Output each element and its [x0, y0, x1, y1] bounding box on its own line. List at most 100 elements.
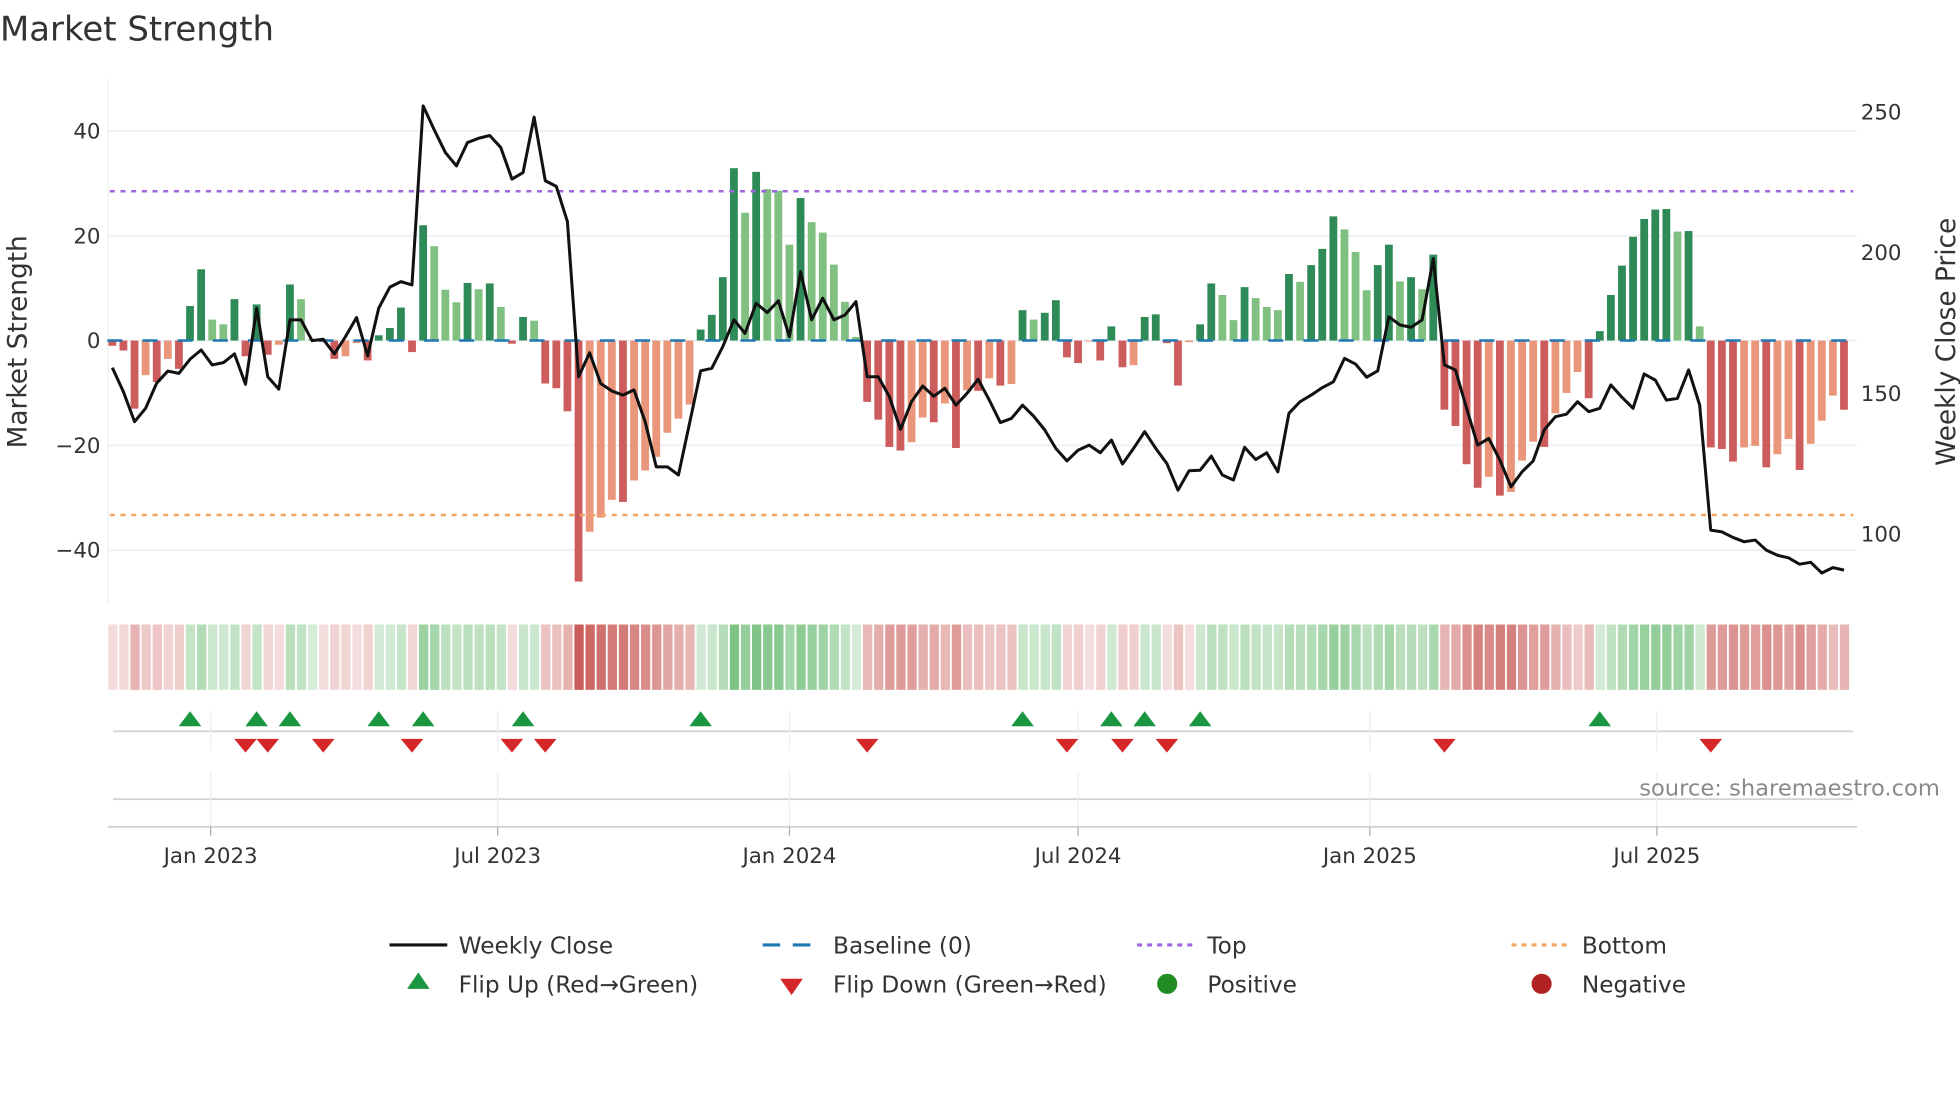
strip-cell: [1295, 624, 1306, 690]
strip-cell: [1129, 624, 1139, 690]
strength-bar: [208, 319, 217, 341]
flip-down-marker: [1433, 738, 1456, 753]
strip-cell: [962, 624, 973, 690]
strip-cell: [252, 624, 262, 690]
strip-cell: [1007, 624, 1017, 690]
strip-cell: [685, 624, 695, 690]
strip-cell: [563, 624, 573, 690]
strength-bar: [1096, 340, 1105, 361]
strength-bar: [1362, 290, 1371, 341]
strength-bar: [1595, 331, 1604, 341]
strip-cell: [696, 624, 706, 690]
strength-bar: [1695, 326, 1704, 341]
legend: Weekly Close Baseline (0) Top Bottom Fli…: [389, 933, 1686, 999]
strip-cell: [585, 624, 595, 690]
strip-cell: [496, 624, 506, 690]
flip-up-marker: [411, 711, 435, 727]
strength-bar: [119, 340, 128, 351]
legend-weekly-close: Weekly Close: [459, 933, 614, 960]
strength-bar: [1085, 340, 1094, 342]
strip-cell: [241, 624, 251, 690]
strength-bar: [186, 305, 194, 341]
strip-cell: [396, 624, 407, 690]
strength-bar: [1140, 316, 1149, 341]
legend-flip-down-icon: [780, 978, 803, 996]
strength-bar: [374, 335, 383, 341]
strength-bar: [408, 340, 416, 353]
strength-bar: [197, 269, 206, 341]
strip-cell: [1573, 624, 1583, 690]
flip-down-marker: [400, 738, 424, 753]
strength-bar: [1573, 340, 1582, 372]
strength-bar: [1340, 229, 1349, 341]
strip-cell: [518, 624, 529, 690]
y-tick-label: −40: [55, 539, 100, 564]
strip-cell: [740, 624, 751, 690]
strip-cell: [196, 624, 207, 690]
flip-down-marker: [533, 738, 557, 753]
strength-bar: [1640, 219, 1649, 341]
strength-bar: [796, 198, 805, 341]
strip-cell: [1440, 624, 1450, 690]
strength-bar: [163, 340, 172, 359]
flip-up-marker: [245, 711, 268, 727]
strength-bar: [1040, 312, 1049, 341]
strip-cell: [640, 624, 651, 690]
x-tick-label: Jul 2024: [1033, 844, 1122, 869]
strip-cell: [1051, 624, 1062, 690]
strip-cell: [1107, 624, 1117, 690]
strength-bar: [1828, 340, 1837, 396]
strip-cell: [1384, 624, 1395, 690]
strip-cell: [885, 624, 895, 690]
strip-cell: [1096, 624, 1106, 690]
strength-bar: [1273, 310, 1282, 341]
strength-bar: [1840, 340, 1848, 410]
strip-cell: [1551, 624, 1561, 690]
strip-cell: [1040, 624, 1050, 690]
strip-cell: [840, 624, 851, 690]
strength-bar: [696, 329, 705, 341]
strength-bar: [896, 340, 905, 451]
strength-bar: [1318, 248, 1327, 341]
strength-bar: [175, 340, 183, 369]
flip-down-marker: [1055, 738, 1079, 753]
x-tick-label: Jan 2024: [740, 844, 836, 869]
strength-bar: [1606, 294, 1615, 341]
strength-bar: [763, 189, 772, 341]
strength-bars: [108, 168, 1848, 582]
strength-bar: [1018, 310, 1027, 341]
strength-bar: [1706, 340, 1715, 448]
strength-bar: [463, 282, 472, 341]
flip-up-marker: [689, 711, 712, 727]
flip-up-marker: [367, 711, 391, 727]
strip-cell: [541, 624, 551, 690]
strip-cell: [907, 624, 917, 690]
strip-cell: [141, 624, 151, 690]
strength-bar: [1185, 340, 1193, 343]
strip-cell: [185, 624, 196, 690]
strength-bar: [1007, 340, 1016, 385]
strip-cell: [1806, 624, 1816, 690]
y-tick-label: 0: [87, 329, 101, 354]
strength-bar: [1795, 340, 1804, 470]
strip-cell: [652, 624, 662, 690]
strength-bar: [1118, 340, 1127, 368]
x-axis: Jan 2023 Jul 2023 Jan 2024 Jul 2024 Jan 2025…: [108, 825, 1857, 869]
strip-cell: [1018, 624, 1028, 690]
strip-cell: [1784, 624, 1794, 690]
legend-flip-up-icon: [407, 972, 430, 989]
strength-bar: [1806, 340, 1815, 444]
strip-cell: [574, 624, 584, 690]
strength-bar: [552, 340, 561, 389]
strip-cell: [1284, 624, 1295, 690]
strength-bar: [1673, 231, 1682, 341]
strength-bar: [1407, 277, 1415, 341]
strength-bar: [752, 171, 761, 341]
strip-cell: [1062, 624, 1073, 690]
strength-bar: [452, 302, 461, 341]
strip-cell: [863, 624, 873, 690]
strip-cell: [163, 624, 173, 690]
strip-cell: [985, 624, 995, 690]
strip-cell: [1628, 624, 1639, 690]
strip-cell: [385, 624, 395, 690]
